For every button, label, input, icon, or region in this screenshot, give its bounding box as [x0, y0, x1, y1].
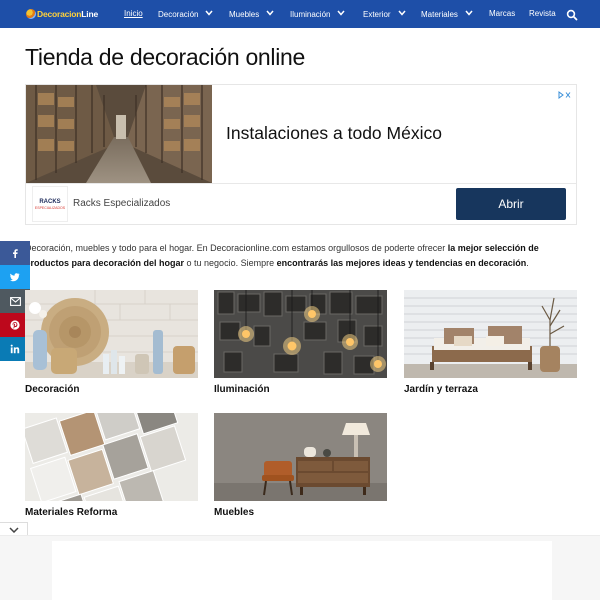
linkedin-icon	[10, 344, 20, 354]
logo-prefix: Decoracion	[37, 9, 82, 19]
ad-image	[26, 85, 212, 183]
adchoices-icon[interactable]	[558, 86, 572, 99]
logo-suffix: Line	[81, 9, 98, 19]
category-label: Muebles	[214, 507, 255, 518]
chevron-down-icon	[8, 526, 19, 533]
ad-logo-subtext: ESPECIALIZADOS	[34, 205, 66, 210]
category-label: Materiales Reforma	[25, 507, 118, 518]
nav-item-revista[interactable]: Revista	[529, 9, 556, 18]
chevron-down-icon	[266, 9, 274, 19]
twitter-icon	[10, 273, 20, 282]
category-card-materiales-reforma[interactable]: Materiales Reforma	[25, 413, 198, 518]
pinterest-icon	[10, 320, 20, 330]
ad-logo-text: RACKS	[39, 198, 61, 205]
nav-item-muebles[interactable]: Muebles	[229, 9, 274, 19]
ad-advertiser-name: Racks Especializados	[73, 198, 171, 209]
category-label: Iluminación	[214, 384, 270, 395]
nav-item-exterior[interactable]: Exterior	[363, 9, 406, 19]
chevron-down-icon	[205, 9, 214, 19]
category-label: Decoración	[25, 384, 80, 395]
category-image-muebles	[214, 413, 387, 501]
category-card-iluminacion[interactable]: Iluminación	[214, 290, 387, 395]
chevron-down-icon	[465, 9, 473, 19]
nav-item-materiales[interactable]: Materiales	[421, 9, 473, 19]
chevron-down-icon	[397, 9, 406, 19]
search-icon[interactable]	[566, 8, 578, 21]
intro-paragraph: Decoración, muebles y todo para el hogar…	[25, 243, 539, 268]
nav-item-inicio[interactable]: Inicio	[124, 9, 143, 18]
bottom-ad-slot[interactable]	[52, 541, 552, 600]
twitter-share-button[interactable]	[0, 265, 30, 289]
category-image-materiales-reforma	[25, 413, 198, 501]
email-icon	[9, 296, 21, 306]
top-navbar: DecoracionLine Inicio Decoración Muebles…	[0, 0, 600, 28]
category-card-decoracion[interactable]: Decoración	[25, 290, 198, 395]
ad-open-button[interactable]: Abrir	[456, 188, 566, 220]
category-card-muebles[interactable]: Muebles	[214, 413, 387, 518]
category-image-jardin-terraza	[404, 290, 577, 378]
nav-item-marcas[interactable]: Marcas	[489, 9, 515, 18]
category-image-decoracion	[25, 290, 198, 378]
facebook-icon	[13, 249, 18, 258]
page-title: Tienda de decoración online	[25, 44, 306, 70]
category-image-iluminacion	[214, 290, 387, 378]
nav-item-iluminacion[interactable]: Iluminación	[290, 9, 346, 19]
ad-headline[interactable]: Instalaciones a todo México	[226, 123, 442, 144]
nav-item-decoracion[interactable]: Decoración	[158, 9, 214, 19]
intro-highlight-ideas: encontrarás las mejores ideas y tendenci…	[276, 258, 527, 268]
logo-globe-icon	[26, 9, 36, 19]
facebook-share-button[interactable]	[0, 241, 30, 265]
category-card-jardin-terraza[interactable]: Jardín y terraza	[404, 290, 577, 395]
chevron-down-icon	[337, 9, 346, 19]
site-logo[interactable]: DecoracionLine	[26, 7, 98, 21]
ad-divider	[26, 183, 576, 184]
category-label: Jardín y terraza	[404, 384, 478, 395]
ad-advertiser-logo: RACKS ESPECIALIZADOS	[32, 186, 68, 222]
ad-banner[interactable]: Instalaciones a todo México RACKS ESPECI…	[25, 84, 577, 225]
